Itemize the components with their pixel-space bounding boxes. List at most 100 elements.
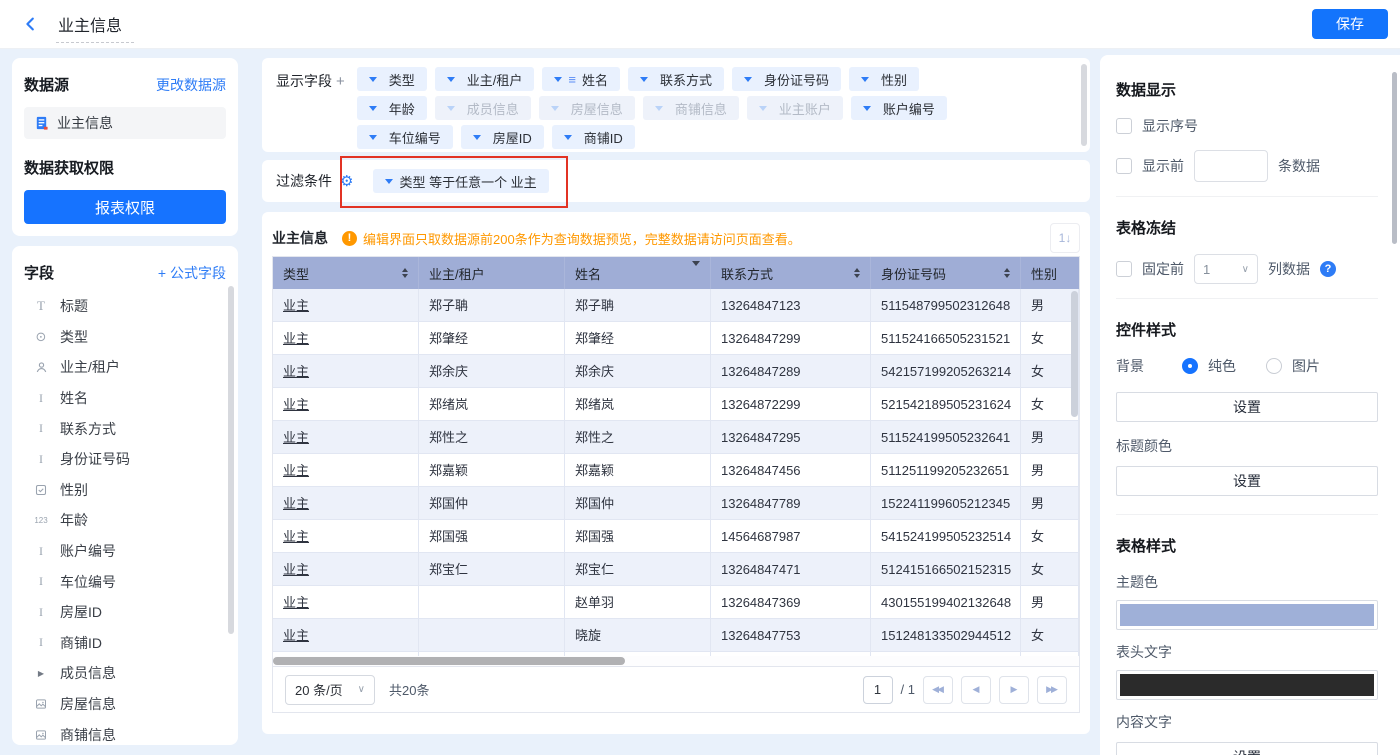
freeze-column-select[interactable]: 1 ∨ — [1194, 254, 1258, 284]
display-field-tag[interactable]: 账户编号 — [850, 96, 947, 120]
title-color-label: 标题颜色 — [1116, 438, 1172, 454]
field-item[interactable]: 业主/租户 — [24, 352, 226, 383]
help-icon[interactable]: ? — [1320, 261, 1336, 277]
display-field-tag[interactable]: 类型 — [356, 67, 427, 91]
sort-both-icon[interactable] — [854, 268, 860, 278]
sort-both-icon[interactable] — [402, 268, 408, 278]
display-field-tag[interactable]: 业主账户 — [746, 96, 843, 120]
field-item[interactable]: T 标题 — [24, 291, 226, 322]
field-item[interactable]: I 姓名 — [24, 383, 226, 414]
field-item[interactable]: I 房屋ID — [24, 597, 226, 628]
field-item[interactable]: I 账户编号 — [24, 536, 226, 567]
cell-gender: 女 — [1021, 553, 1079, 586]
cell-type[interactable]: 业主 — [273, 289, 419, 322]
text-icon: I — [39, 390, 43, 405]
cell-type[interactable]: 业主 — [273, 586, 419, 619]
double-chevron-left-icon: ◀◀ — [932, 684, 944, 694]
add-formula-field-link[interactable]: + 公式字段 — [158, 263, 226, 283]
report-permission-button[interactable]: 报表权限 — [24, 190, 226, 224]
content-text-set-button[interactable]: 设置 — [1116, 742, 1378, 755]
cell-type[interactable]: 业主 — [273, 355, 419, 388]
field-item[interactable]: 123 年龄 — [24, 505, 226, 536]
theme-color-picker[interactable] — [1116, 600, 1378, 630]
display-field-tag[interactable]: 商铺ID — [551, 125, 635, 149]
field-item[interactable]: I 身份证号码 — [24, 444, 226, 475]
column-header[interactable]: 性别 — [1021, 257, 1079, 289]
page-size-select[interactable]: 20 条/页 ∨ — [285, 674, 375, 705]
cell-type[interactable]: 业主 — [273, 553, 419, 586]
cell-type[interactable]: 业主 — [273, 454, 419, 487]
next-page-button[interactable]: ▶ — [999, 675, 1029, 704]
show-first-checkbox[interactable] — [1116, 158, 1132, 174]
background-set-button[interactable]: 设置 — [1116, 392, 1378, 422]
sort-both-icon[interactable] — [1004, 268, 1010, 278]
display-field-tag[interactable]: 商铺信息 — [642, 96, 739, 120]
cell-type[interactable]: 业主 — [273, 388, 419, 421]
header-text-color-picker[interactable] — [1116, 670, 1378, 700]
sort-desc-icon[interactable] — [692, 260, 700, 281]
first-page-button[interactable]: ◀◀ — [923, 675, 953, 704]
field-item[interactable]: 房屋信息 — [24, 689, 226, 720]
display-field-tag[interactable]: 成员信息 — [434, 96, 531, 120]
display-field-tag[interactable]: 车位编号 — [356, 125, 453, 149]
field-item[interactable]: 商铺信息 — [24, 719, 226, 745]
page-number-input[interactable]: 1 — [862, 675, 893, 704]
column-header[interactable]: 身份证号码 — [871, 257, 1021, 289]
add-field-button[interactable]: + — [336, 73, 345, 90]
cell-type[interactable]: 业主 — [273, 421, 419, 454]
field-item[interactable]: ▶ 成员信息 — [24, 658, 226, 689]
field-item[interactable]: ⊙ 类型 — [24, 322, 226, 353]
row-limit-input[interactable] — [1194, 150, 1268, 182]
show-index-checkbox[interactable] — [1116, 118, 1132, 134]
settings-scrollbar[interactable] — [1392, 72, 1397, 244]
header-text-color-swatch — [1120, 674, 1374, 696]
datasource-item[interactable]: 业主信息 — [24, 107, 226, 139]
display-field-tag[interactable]: ≡ 姓名 — [542, 67, 621, 91]
title-color-set-button[interactable]: 设置 — [1116, 466, 1378, 496]
back-button[interactable] — [22, 15, 40, 33]
filter-card: 过滤条件 ⚙ 类型 等于任意一个 业主 — [262, 160, 1090, 202]
display-field-tag[interactable]: 性别 — [849, 67, 920, 91]
display-field-tag[interactable]: 房屋ID — [460, 125, 544, 149]
datasource-card: 数据源 更改数据源 业主信息 数据获取权限 报表权限 — [12, 58, 238, 236]
cell-type[interactable]: 业主 — [273, 619, 419, 652]
cell-type[interactable]: 业主 — [273, 487, 419, 520]
column-header[interactable]: 姓名 — [565, 257, 711, 289]
display-field-tag[interactable]: 联系方式 — [628, 67, 725, 91]
prev-page-button[interactable]: ◀ — [961, 675, 991, 704]
filter-condition-tag[interactable]: 类型 等于任意一个 业主 — [373, 169, 549, 193]
save-button[interactable]: 保存 — [1312, 9, 1388, 39]
freeze-title: 表格冻结 — [1116, 220, 1177, 237]
display-fields-label: 显示字段 — [276, 73, 332, 89]
gear-icon[interactable]: ⚙ — [340, 174, 353, 189]
field-item[interactable]: I 商铺ID — [24, 628, 226, 659]
column-header[interactable]: 联系方式 — [711, 257, 871, 289]
solid-color-radio[interactable] — [1182, 358, 1198, 374]
display-field-tag[interactable]: 年龄 — [356, 96, 427, 120]
cell-type[interactable]: 业主 — [273, 520, 419, 553]
field-item[interactable]: I 联系方式 — [24, 413, 226, 444]
display-field-tag[interactable]: 业主/租户 — [434, 67, 535, 91]
fields-scrollbar[interactable] — [228, 286, 234, 634]
field-item[interactable]: I 车位编号 — [24, 566, 226, 597]
last-page-button[interactable]: ▶▶ — [1037, 675, 1067, 704]
image-radio[interactable] — [1266, 358, 1282, 374]
change-datasource-link[interactable]: 更改数据源 — [156, 75, 226, 95]
column-header[interactable]: 业主/租户 — [419, 257, 565, 289]
triangle-icon: ▶ — [37, 668, 45, 678]
display-field-tag[interactable]: 房屋信息 — [538, 96, 635, 120]
table-horizontal-scrollbar[interactable] — [273, 657, 625, 665]
table-header-row: 类型 业主/租户 姓名 联系方式 身份证号码 性别 — [273, 257, 1079, 289]
display-fields-scrollbar[interactable] — [1081, 64, 1087, 146]
column-header[interactable]: 类型 — [273, 257, 419, 289]
chevron-down-icon: ∨ — [357, 684, 365, 695]
field-item[interactable]: 性别 — [24, 475, 226, 506]
sort-tool-button[interactable]: 1↓ — [1050, 223, 1080, 253]
cell-name: 郑国强 — [565, 520, 711, 553]
freeze-checkbox[interactable] — [1116, 261, 1132, 277]
cell-type[interactable]: 业主 — [273, 322, 419, 355]
cell-gender: 男 — [1021, 421, 1079, 454]
caret-down-icon — [554, 76, 563, 82]
display-field-tag[interactable]: 身份证号码 — [732, 67, 842, 91]
table-vertical-scrollbar[interactable] — [1071, 291, 1078, 417]
